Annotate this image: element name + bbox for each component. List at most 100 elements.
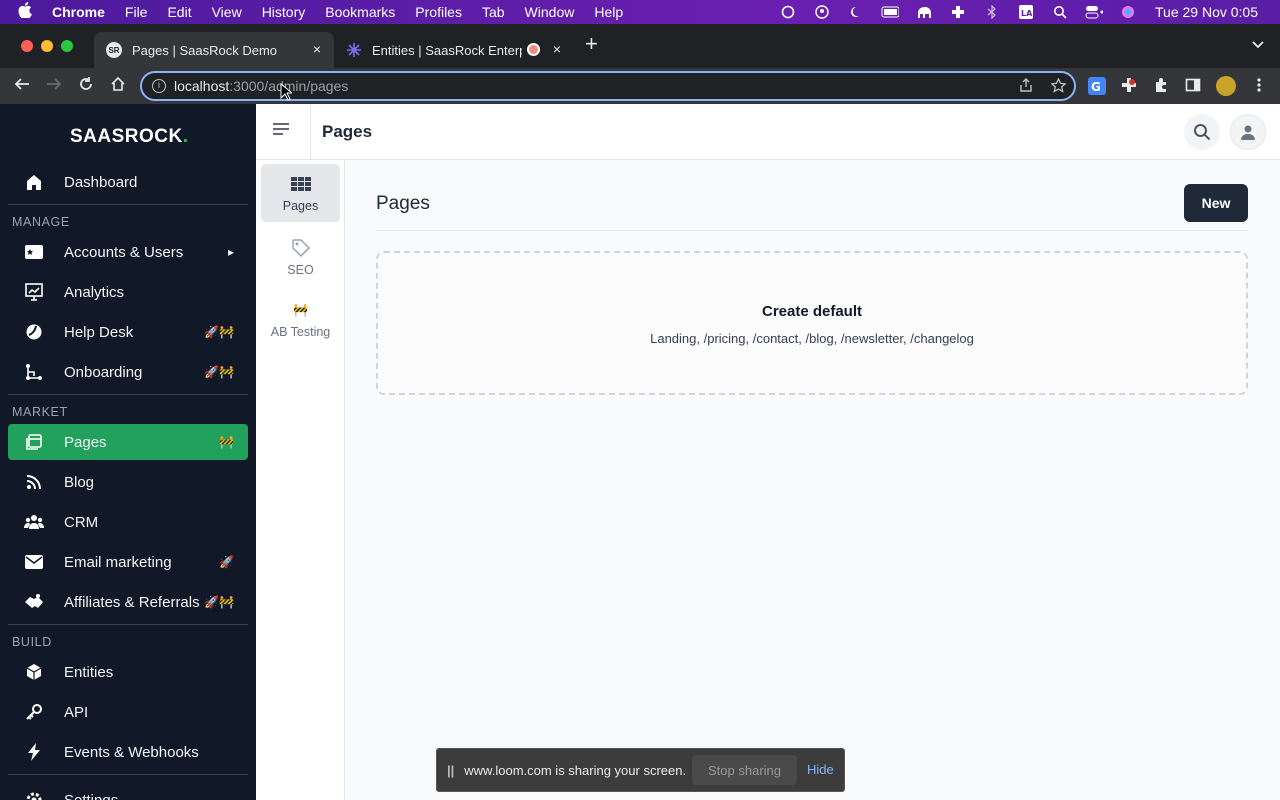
new-page-button[interactable]: New [1184, 184, 1248, 222]
create-default-card[interactable]: Create default Landing, /pricing, /conta… [376, 251, 1248, 395]
sidebar-item-analytics[interactable]: Analytics [8, 274, 248, 310]
grid-icon [290, 173, 311, 195]
chart-icon [24, 282, 44, 302]
sidebar-item-label: CRM [64, 513, 99, 531]
heading-divider [376, 230, 1248, 231]
mouse-cursor-icon [280, 83, 292, 101]
extensions-puzzle-icon[interactable] [1152, 77, 1170, 95]
menu-file[interactable]: File [125, 4, 148, 20]
id-card-icon [24, 242, 44, 262]
sidebar-item-pages[interactable]: Pages 🚧 [8, 424, 248, 460]
menu-history[interactable]: History [262, 4, 306, 20]
input-source-icon[interactable]: LA [1017, 5, 1035, 19]
sidebar-item-api[interactable]: API [8, 694, 248, 730]
empty-state-title: Create default [761, 303, 863, 320]
menu-view[interactable]: View [212, 4, 242, 20]
sidebar-item-settings[interactable]: Settings [8, 782, 248, 800]
sidebar-item-dashboard[interactable]: Dashboard [8, 164, 248, 200]
sidebar-item-label: Blog [64, 473, 95, 491]
apple-icon[interactable] [18, 2, 36, 22]
sidebar-item-label: Help Desk [64, 323, 134, 341]
close-tab-icon[interactable]: × [550, 42, 564, 56]
browser-tab-active[interactable]: SR Pages | SaasRock Demo × [94, 32, 334, 68]
plus-extension-icon[interactable] [1120, 77, 1138, 95]
close-tab-icon[interactable]: × [310, 42, 324, 56]
home-icon[interactable] [108, 76, 128, 96]
address-url[interactable]: localhost:3000/admin/pages [174, 78, 348, 94]
beta-badge: 🚀🚧 [204, 325, 234, 339]
profile-avatar[interactable] [1216, 76, 1236, 96]
sharing-message: www.loom.com is sharing your screen. [464, 762, 687, 778]
sidebar-item-entities[interactable]: Entities [8, 654, 248, 690]
back-icon[interactable] [12, 76, 32, 96]
menu-toggle-icon[interactable] [272, 122, 294, 142]
house-icon [24, 172, 44, 192]
content-heading: Pages [376, 193, 430, 214]
moon-icon[interactable] [847, 5, 865, 19]
reload-icon[interactable] [76, 76, 96, 96]
browser-tab[interactable]: Entities | SaasRock Enterpr × [334, 32, 574, 68]
menu-window[interactable]: Window [525, 4, 575, 20]
subnav-item-ab-testing[interactable]: 🚧 AB Testing [261, 290, 340, 348]
new-tab-icon[interactable]: + [585, 31, 598, 57]
key-icon [24, 702, 44, 722]
side-panel-icon[interactable] [1184, 77, 1202, 95]
expand-arrow-icon[interactable]: ▸ [228, 245, 234, 259]
drag-handle-icon[interactable]: || [447, 763, 454, 778]
saasrock-logo[interactable]: SAASROCK. [70, 126, 189, 148]
sidebar-item-blog[interactable]: Blog [8, 464, 248, 500]
forward-icon[interactable] [44, 76, 64, 96]
menu-edit[interactable]: Edit [167, 4, 191, 20]
menu-profiles[interactable]: Profiles [415, 4, 462, 20]
sidebar-item-accounts-users[interactable]: Accounts & Users ▸ [8, 234, 248, 270]
minimize-window-button[interactable] [41, 40, 53, 52]
sidebar-item-label: API [64, 703, 89, 721]
sidebar-divider [8, 624, 248, 625]
menu-help[interactable]: Help [594, 4, 623, 20]
site-info-icon[interactable]: i [152, 79, 166, 93]
share-icon[interactable] [1019, 78, 1033, 96]
search-button[interactable] [1184, 114, 1220, 150]
chrome-menu-icon[interactable] [1250, 77, 1268, 95]
spotlight-search-icon[interactable] [1051, 5, 1069, 19]
battery-icon[interactable] [881, 5, 899, 19]
tab-title: Entities | SaasRock Enterpr [372, 42, 522, 58]
translate-extension-icon[interactable]: G [1088, 77, 1106, 95]
subnav-item-pages[interactable]: Pages [261, 164, 340, 222]
screen-sharing-bar: || www.loom.com is sharing your screen. … [436, 748, 845, 792]
mail-icon [24, 552, 44, 572]
menubar-clock[interactable]: Tue 29 Nov 0:05 [1155, 4, 1258, 20]
help-desk-icon [24, 322, 44, 342]
menu-tab[interactable]: Tab [482, 4, 505, 20]
sidebar-item-onboarding[interactable]: Onboarding 🚀🚧 [8, 354, 248, 390]
close-window-button[interactable] [21, 40, 33, 52]
siri-icon[interactable] [1119, 5, 1137, 19]
sidebar-item-email-marketing[interactable]: Email marketing 🚀 [8, 544, 248, 580]
cube-icon [24, 662, 44, 682]
page-title: Pages [322, 122, 373, 141]
stop-sharing-button[interactable]: Stop sharing [692, 755, 797, 785]
onboarding-icon [24, 362, 44, 382]
hide-sharing-bar-link[interactable]: Hide [807, 762, 834, 777]
menu-bookmarks[interactable]: Bookmarks [325, 4, 395, 20]
sidebar-item-help-desk[interactable]: Help Desk 🚀🚧 [8, 314, 248, 350]
rss-icon [24, 472, 44, 492]
zoom-window-button[interactable] [61, 40, 73, 52]
subnav-item-seo[interactable]: SEO [261, 228, 340, 286]
user-status-icon[interactable] [813, 5, 831, 19]
sidebar-item-events-webhooks[interactable]: Events & Webhooks [8, 734, 248, 770]
tab-search-chevron-icon[interactable] [1252, 38, 1264, 52]
bookmark-star-icon[interactable] [1050, 77, 1067, 96]
subnav-label: Pages [282, 199, 319, 213]
elephant-icon[interactable] [915, 5, 933, 19]
plus-app-icon[interactable] [949, 5, 967, 19]
sidebar-item-affiliates-referrals[interactable]: Affiliates & Referrals 🚀🚧 [8, 584, 248, 620]
user-menu-button[interactable] [1230, 114, 1266, 150]
sidebar-item-crm[interactable]: CRM [8, 504, 248, 540]
sidebar-divider [8, 394, 248, 395]
control-center-icon[interactable] [1085, 5, 1103, 19]
pages-subnav: Pages SEO 🚧 AB Testing [256, 160, 345, 800]
menu-app-name[interactable]: Chrome [52, 4, 105, 20]
sync-status-icon[interactable] [779, 5, 797, 19]
bluetooth-icon[interactable] [983, 5, 1001, 19]
